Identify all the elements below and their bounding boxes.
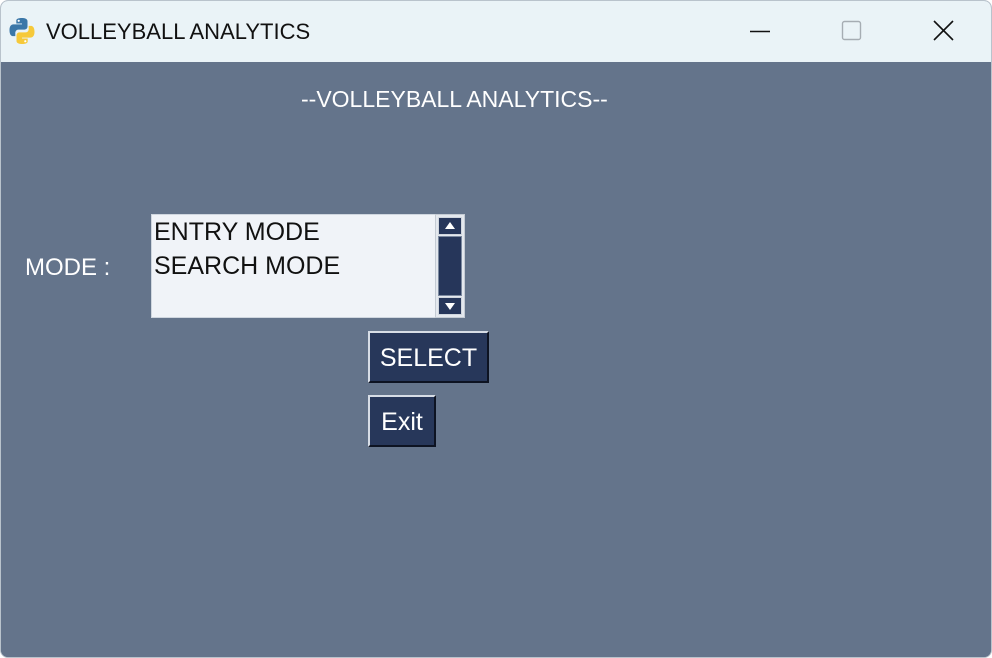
select-button[interactable]: SELECT	[368, 331, 489, 383]
maximize-button[interactable]	[805, 1, 897, 62]
mode-listbox[interactable]: ENTRY MODE SEARCH MODE	[151, 214, 435, 318]
listbox-scrollbar[interactable]	[435, 214, 465, 318]
minimize-button[interactable]	[713, 1, 805, 62]
close-button[interactable]	[897, 1, 989, 62]
main-panel: --VOLLEYBALL ANALYTICS-- MODE : ENTRY MO…	[1, 62, 991, 657]
list-item-entry-mode[interactable]: ENTRY MODE	[152, 215, 435, 249]
page-title: --VOLLEYBALL ANALYTICS--	[301, 86, 608, 112]
mode-label: MODE :	[25, 254, 111, 281]
scroll-thumb[interactable]	[438, 236, 462, 296]
window-title: VOLLEYBALL ANALYTICS	[46, 19, 311, 44]
list-item-search-mode[interactable]: SEARCH MODE	[152, 249, 435, 283]
app-window: VOLLEYBALL ANALYTICS --VOLLEYBALL ANALYT…	[0, 0, 992, 658]
title-bar[interactable]: VOLLEYBALL ANALYTICS	[1, 1, 991, 62]
exit-button[interactable]: Exit	[368, 395, 436, 447]
python-icon	[7, 16, 37, 46]
scroll-down-button[interactable]	[438, 297, 462, 315]
scroll-up-button[interactable]	[438, 217, 462, 235]
